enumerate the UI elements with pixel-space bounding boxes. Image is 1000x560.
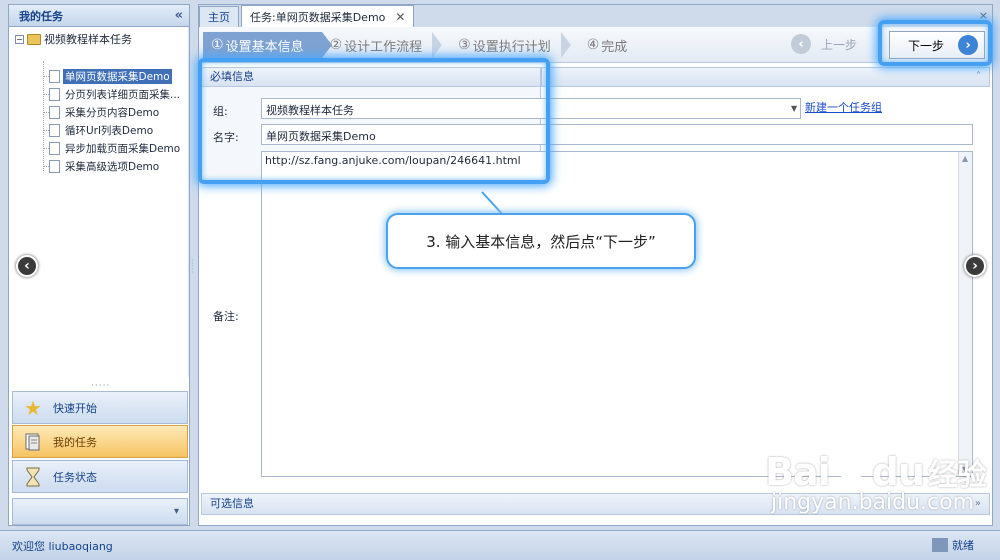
url-textarea[interactable]: http://sz.fang.anjuke.com/loupan/246641.…	[261, 151, 973, 477]
status-right: 就绪	[932, 537, 974, 553]
step-number: ④	[586, 37, 600, 53]
dropdown-arrow-icon[interactable]: ▼	[791, 104, 797, 113]
required-section-header: 必填信息	[201, 67, 541, 87]
panel-resize-grip[interactable]: ·····	[91, 381, 110, 391]
watermark-logo: Bai du 经验	[765, 450, 995, 494]
tree-line	[43, 61, 44, 171]
collapse-sidebar-icon[interactable]: «	[175, 8, 183, 23]
sidebar-header: 我的任务 «	[9, 5, 189, 27]
collapse-section-icon[interactable]: ˄	[976, 68, 981, 86]
document-icon	[49, 123, 60, 137]
wizard-steps: ① 设置基本信息 ② 设计工作流程 ③ 设置执行计划 ④ 完成	[203, 32, 639, 58]
next-slide-arrow-icon[interactable]: ›	[964, 255, 986, 277]
watermark-cn: 经验	[927, 458, 987, 493]
tab-bar: 主页 任务:单网页数据采集Demo ✕ ×	[199, 5, 992, 27]
tree-item-label: 单网页数据采集Demo	[63, 68, 172, 84]
tree-root[interactable]: − 视频教程样本任务	[15, 31, 132, 47]
forward-arrow-icon: ›	[958, 35, 978, 55]
step-label: 设计工作流程	[344, 39, 423, 55]
watermark-logo-text: Bai	[765, 450, 831, 494]
tree-item-label: 采集分页内容Demo	[65, 106, 160, 119]
document-icon	[49, 105, 60, 119]
url-text: http://sz.fang.anjuke.com/loupan/246641.…	[265, 154, 521, 167]
tab-home[interactable]: 主页	[199, 6, 239, 27]
prev-label: 上一步	[821, 37, 858, 52]
document-icon	[49, 141, 60, 155]
watermark-logo-text: du	[871, 450, 925, 494]
nav-task-status[interactable]: 任务状态	[12, 460, 188, 493]
tree-item-task[interactable]: 单网页数据采集Demo	[49, 68, 172, 84]
step-design-workflow[interactable]: ② 设计工作流程	[316, 32, 443, 58]
sidebar-title: 我的任务	[19, 9, 63, 23]
sidebar-footer-menu[interactable]: ▾	[12, 498, 188, 525]
tree-item-task[interactable]: 采集高级选项Demo	[49, 158, 161, 174]
group-select[interactable]: 视频教程样本任务	[261, 98, 801, 119]
step-number: ①	[211, 37, 224, 53]
form-area: 必填信息 ˄ 组: 视频教程样本任务 ▼ 新建一个任务组 名字: 单网页数据采集…	[199, 63, 992, 491]
close-panel-icon[interactable]: ×	[979, 9, 988, 22]
tree-item-label: 采集高级选项Demo	[65, 160, 160, 173]
tree-item-label: 异步加载页面采集Demo	[65, 142, 181, 155]
scroll-up-icon[interactable]: ▲	[962, 154, 968, 163]
tree-item-task[interactable]: 分页列表详细页面采集...	[49, 86, 182, 102]
watermark-url: jingyan.baidu.com	[771, 490, 975, 515]
previous-step-button[interactable]: ‹ 上一步	[787, 31, 867, 57]
nav-label: 快速开始	[53, 401, 97, 415]
tree-item-label: 循环Url列表Demo	[65, 124, 154, 137]
section-title: 可选信息	[210, 497, 254, 510]
tree-item-label: 分页列表详细页面采集...	[65, 88, 181, 101]
callout-text: 3. 输入基本信息，然后点“下一步”	[426, 232, 656, 251]
back-arrow-icon: ‹	[791, 34, 811, 54]
folder-icon	[27, 33, 41, 45]
document-icon	[49, 87, 60, 101]
close-tab-icon[interactable]: ✕	[395, 10, 405, 24]
tree-root-label: 视频教程样本任务	[44, 33, 132, 46]
group-label: 组:	[213, 105, 228, 118]
tree-collapse-icon[interactable]: −	[15, 34, 24, 44]
wizard-bar: ① 设置基本信息 ② 设计工作流程 ③ 设置执行计划 ④ 完成 ‹ 上一步 下一…	[199, 27, 992, 63]
status-bar: 欢迎您 liubaoqiang 就绪	[0, 530, 1000, 560]
tab-label: 任务:单网页数据采集Demo	[250, 10, 386, 24]
paw-icon	[836, 453, 865, 489]
status-welcome: 欢迎您 liubaoqiang	[12, 539, 113, 553]
status-state: 就绪	[952, 539, 974, 552]
step-label: 完成	[601, 39, 628, 55]
step-finish[interactable]: ④ 完成	[563, 32, 646, 58]
tab-label: 主页	[208, 11, 230, 24]
task-tree: − 视频教程样本任务 单网页数据采集Demo 分页列表详细页面采集... 采集分…	[9, 27, 189, 377]
next-step-button[interactable]: 下一步 ›	[889, 31, 985, 59]
required-section-header-bar: ˄	[541, 67, 990, 87]
document-icon	[49, 159, 60, 173]
monitor-icon	[932, 538, 948, 552]
baidu-jingyan-watermark: Bai du 经验 jingyan.baidu.com	[765, 450, 995, 515]
document-icon	[49, 69, 60, 83]
panel-splitter[interactable]: · · · · ·	[190, 4, 198, 526]
tree-item-task[interactable]: 采集分页内容Demo	[49, 104, 161, 120]
star-icon: ★	[24, 395, 42, 420]
new-task-group-link[interactable]: 新建一个任务组	[805, 99, 882, 115]
tree-item-task[interactable]: 循环Url列表Demo	[49, 122, 155, 138]
tab-task[interactable]: 任务:单网页数据采集Demo ✕	[241, 5, 415, 27]
nav-label: 我的任务	[53, 435, 97, 449]
instruction-callout: 3. 输入基本信息，然后点“下一步”	[386, 213, 696, 269]
name-label: 名字:	[213, 131, 239, 144]
nav-quick-start[interactable]: ★ 快速开始	[12, 391, 188, 424]
task-folder-icon	[21, 431, 45, 453]
previous-slide-arrow-icon[interactable]: ‹	[16, 255, 38, 277]
nav-my-tasks[interactable]: 我的任务	[12, 425, 188, 458]
step-execution-plan[interactable]: ③ 设置执行计划	[434, 32, 571, 58]
note-label: 备注:	[213, 310, 239, 323]
vertical-scrollbar[interactable]: ▲ ▼	[958, 152, 972, 476]
hourglass-icon	[21, 466, 45, 488]
task-name-input[interactable]: 单网页数据采集Demo	[261, 124, 973, 145]
tree-item-task[interactable]: 异步加载页面采集Demo	[49, 140, 182, 156]
step-basic-info[interactable]: ① 设置基本信息	[203, 32, 332, 58]
nav-label: 任务状态	[53, 470, 97, 484]
step-label: 设置执行计划	[472, 39, 551, 55]
section-title: 必填信息	[210, 70, 254, 83]
step-label: 设置基本信息	[225, 39, 304, 55]
step-number: ③	[458, 37, 471, 53]
step-number: ②	[329, 37, 343, 53]
next-label: 下一步	[908, 38, 945, 53]
